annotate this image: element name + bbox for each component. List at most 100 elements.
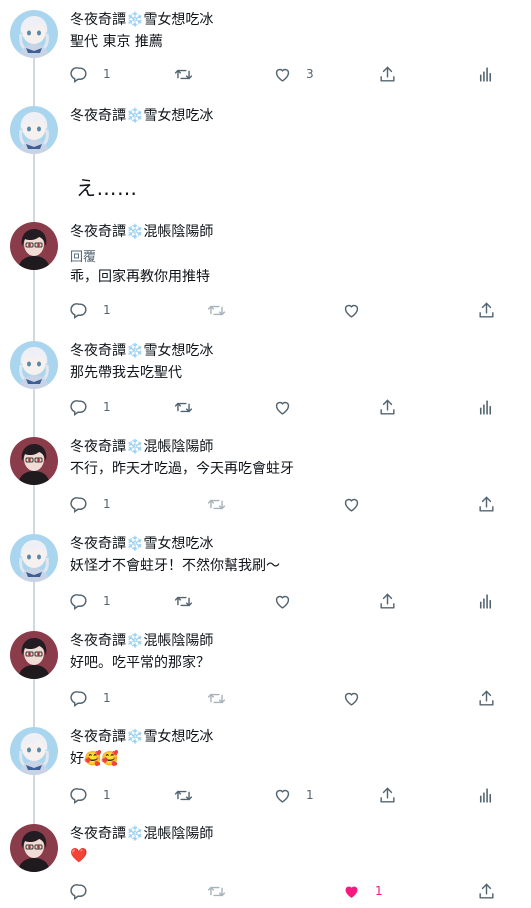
tweet-actions: 1: [0, 687, 531, 709]
reply-button[interactable]: 1: [70, 63, 111, 85]
action-count: 1: [103, 594, 111, 608]
like-button[interactable]: 1: [273, 784, 314, 806]
share-icon: [378, 65, 397, 84]
snowflake-icon: ❄️: [126, 729, 144, 745]
author-name[interactable]: 冬夜奇譚❄️混帳陰陽師: [70, 223, 213, 241]
analytics-button[interactable]: [476, 396, 495, 418]
avatar[interactable]: [10, 727, 58, 775]
like-icon: [273, 398, 292, 417]
like-button[interactable]: [342, 493, 375, 515]
retweet-button[interactable]: [174, 784, 193, 806]
retweet-icon: [174, 398, 193, 417]
action-count: 1: [103, 691, 111, 705]
author-name[interactable]: 冬夜奇譚❄️雪女想吃冰: [70, 11, 213, 29]
like-icon: [273, 592, 292, 611]
tweet-text: 不行，昨天才吃過，今天再吃會蛀牙: [70, 461, 294, 477]
author-label: 冬夜奇譚: [70, 729, 126, 745]
author-name[interactable]: 冬夜奇譚❄️雪女想吃冰: [70, 728, 213, 746]
reply-button[interactable]: 1: [70, 687, 111, 709]
retweet-button[interactable]: [207, 299, 226, 321]
retweet-button[interactable]: [207, 687, 226, 709]
reply-icon: [70, 786, 89, 805]
snowflake-icon: ❄️: [126, 826, 144, 842]
reply-button[interactable]: 1: [70, 784, 111, 806]
retweet-button[interactable]: [174, 590, 193, 612]
tweet-actions: 11: [0, 784, 531, 806]
avatar[interactable]: [10, 10, 58, 58]
like-button[interactable]: 3: [273, 63, 314, 85]
like-button[interactable]: [342, 299, 375, 321]
share-button[interactable]: [477, 687, 496, 709]
tweet-text: 聖代 東京 推薦: [70, 34, 163, 50]
author-name[interactable]: 冬夜奇譚❄️混帳陰陽師: [70, 632, 213, 650]
character-name: 混帳陰陽師: [143, 439, 214, 455]
snowflake-icon: ❄️: [126, 224, 144, 240]
tweet-text: 那先帶我去吃聖代: [70, 365, 182, 381]
reply-button[interactable]: 1: [70, 493, 111, 515]
reply-button[interactable]: 1: [70, 299, 111, 321]
snowflake-icon: ❄️: [126, 108, 144, 124]
tweet-text: 好吧。吃平常的那家？: [70, 655, 210, 671]
like-button[interactable]: [273, 590, 306, 612]
author-label: 冬夜奇譚: [70, 633, 126, 649]
character-name: 混帳陰陽師: [143, 224, 214, 240]
retweet-icon: [207, 495, 226, 514]
author-label: 冬夜奇譚: [70, 12, 126, 28]
author-name[interactable]: 冬夜奇譚❄️混帳陰陽師: [70, 825, 213, 843]
tweet-actions: 1: [0, 299, 531, 321]
retweet-button[interactable]: [174, 396, 193, 418]
tweet-actions: 13: [0, 63, 531, 85]
avatar[interactable]: [10, 631, 58, 679]
avatar[interactable]: [10, 437, 58, 485]
like-button[interactable]: 1: [342, 880, 383, 902]
retweet-button[interactable]: [174, 63, 193, 85]
analytics-button[interactable]: [476, 63, 495, 85]
reply-button[interactable]: [70, 880, 103, 902]
avatar[interactable]: [10, 341, 58, 389]
share-button[interactable]: [378, 590, 397, 612]
snowflake-icon: ❄️: [126, 343, 144, 359]
avatar[interactable]: [10, 534, 58, 582]
share-button[interactable]: [378, 396, 397, 418]
share-button[interactable]: [378, 63, 397, 85]
avatar[interactable]: [10, 824, 58, 872]
like-button[interactable]: [342, 687, 375, 709]
analytics-button[interactable]: [476, 784, 495, 806]
reply-icon: [70, 65, 89, 84]
retweet-icon: [174, 65, 193, 84]
reply-button[interactable]: 1: [70, 590, 111, 612]
snowflake-icon: ❄️: [126, 633, 144, 649]
retweet-icon: [174, 786, 193, 805]
action-count: 1: [306, 788, 314, 802]
reply-button[interactable]: 1: [70, 396, 111, 418]
author-name[interactable]: 冬夜奇譚❄️雪女想吃冰: [70, 535, 213, 553]
share-button[interactable]: [477, 493, 496, 515]
author-name[interactable]: 冬夜奇譚❄️混帳陰陽師: [70, 438, 213, 456]
retweet-button[interactable]: [207, 493, 226, 515]
author-label: 冬夜奇譚: [70, 439, 126, 455]
snowflake-icon: ❄️: [126, 439, 144, 455]
retweet-icon: [207, 882, 226, 901]
retweet-icon: [207, 689, 226, 708]
character-name: 雪女想吃冰: [143, 536, 214, 552]
like-button[interactable]: [273, 396, 306, 418]
analytics-button[interactable]: [476, 590, 495, 612]
author-name[interactable]: 冬夜奇譚❄️雪女想吃冰: [70, 342, 213, 360]
avatar[interactable]: [10, 106, 58, 154]
action-count: 3: [306, 67, 314, 81]
share-button[interactable]: [477, 299, 496, 321]
tweet-text: 好🥰🥰: [70, 751, 119, 767]
action-count: 1: [103, 497, 111, 511]
action-count: 1: [375, 884, 383, 898]
reply-icon: [70, 398, 89, 417]
share-button[interactable]: [378, 784, 397, 806]
like-icon: [342, 495, 361, 514]
retweet-button[interactable]: [207, 880, 226, 902]
share-icon: [477, 882, 496, 901]
author-name[interactable]: 冬夜奇譚❄️雪女想吃冰: [70, 107, 213, 125]
avatar[interactable]: [10, 222, 58, 270]
tweet-text: 妖怪才不會蛀牙！不然你幫我刷～: [70, 558, 280, 574]
tweet-text: ❤️: [70, 848, 88, 864]
analytics-icon: [476, 786, 495, 805]
share-button[interactable]: [477, 880, 496, 902]
